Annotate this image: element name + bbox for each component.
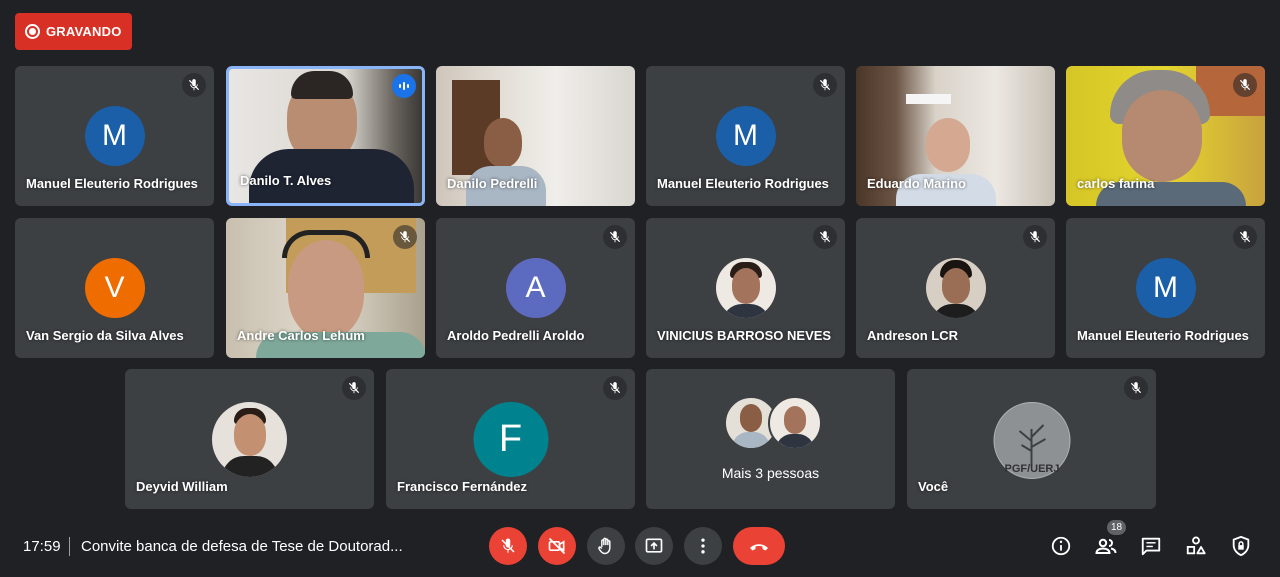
activities-button[interactable] [1184, 534, 1208, 558]
participant-name: Andre Carlos Lehum [237, 328, 365, 343]
participant-tile[interactable]: M Manuel Eleuterio Rodrigues [646, 66, 845, 206]
participant-tile[interactable]: Andre Carlos Lehum [226, 218, 425, 358]
more-options-button[interactable] [684, 527, 722, 565]
mic-off-icon [813, 73, 837, 97]
participant-tile-speaking[interactable]: Danilo T. Alves [226, 66, 425, 206]
more-participants-tile[interactable]: Mais 3 pessoas [646, 369, 895, 509]
tree-logo-icon [1018, 423, 1046, 466]
participant-name: Aroldo Pedrelli Aroldo [447, 328, 585, 343]
people-button[interactable] [1094, 534, 1118, 558]
speaking-indicator-icon [392, 74, 416, 98]
mic-off-icon [1233, 73, 1257, 97]
more-options-icon [701, 538, 705, 554]
mic-off-icon [393, 225, 417, 249]
hang-up-button[interactable] [733, 527, 785, 565]
camera-toggle-button[interactable] [538, 527, 576, 565]
participant-name: Andreson LCR [867, 328, 958, 343]
participant-name: VINICIUS BARROSO NEVES [657, 328, 832, 343]
participant-name: Manuel Eleuterio Rodrigues [657, 176, 829, 191]
participant-tile[interactable]: VINICIUS BARROSO NEVES [646, 218, 845, 358]
camera-off-icon [548, 537, 566, 555]
avatar: F [473, 402, 548, 477]
info-icon [1051, 536, 1071, 556]
mic-off-icon [603, 376, 627, 400]
chat-button[interactable] [1139, 534, 1163, 558]
people-icon [1095, 538, 1117, 554]
participant-tile[interactable]: Deyvid William [125, 369, 374, 509]
participant-name: Manuel Eleuterio Rodrigues [26, 176, 198, 191]
participant-name: Você [918, 479, 949, 494]
participant-name: Danilo T. Alves [240, 173, 332, 188]
mic-toggle-button[interactable] [489, 527, 527, 565]
present-screen-button[interactable] [635, 527, 673, 565]
bottom-bar: 17:59 Convite banca de defesa de Tese de… [0, 520, 1280, 577]
avatar: M [1135, 258, 1196, 318]
participant-tile[interactable]: M Manuel Eleuterio Rodrigues [15, 66, 214, 206]
avatar [716, 258, 776, 318]
mic-off-icon [499, 537, 517, 555]
mic-off-icon [182, 73, 206, 97]
participant-name: Manuel Eleuterio Rodrigues [1077, 328, 1249, 343]
recording-label: GRAVANDO [46, 24, 122, 39]
participant-tile[interactable]: carlos farina [1066, 66, 1265, 206]
avatar: A [505, 258, 566, 318]
meeting-details-button[interactable] [1049, 534, 1073, 558]
more-participants-label: Mais 3 pessoas [721, 465, 820, 481]
avatar [212, 402, 287, 477]
record-icon [25, 24, 40, 39]
raise-hand-button[interactable] [587, 527, 625, 565]
mic-off-icon [1023, 225, 1047, 249]
avatar: M [84, 106, 145, 166]
activities-icon [1186, 536, 1206, 555]
avatar: M [715, 106, 776, 166]
participant-tile[interactable]: A Aroldo Pedrelli Aroldo [436, 218, 635, 358]
participant-tile[interactable]: F Francisco Fernández [386, 369, 635, 509]
participant-name: Van Sergio da Silva Alves [26, 328, 184, 343]
participant-tile[interactable]: V Van Sergio da Silva Alves [15, 218, 214, 358]
participant-name: Danilo Pedrelli [447, 176, 538, 191]
hang-up-icon [750, 544, 768, 551]
avatar [926, 258, 986, 318]
recording-indicator: GRAVANDO [15, 13, 132, 50]
participant-name: Deyvid William [136, 479, 228, 494]
participant-name: Francisco Fernández [397, 479, 528, 494]
mic-off-icon [342, 376, 366, 400]
self-tile[interactable]: PGF/UERJ Você [907, 369, 1156, 509]
mic-off-icon [813, 225, 837, 249]
participant-tile[interactable]: M Manuel Eleuterio Rodrigues [1066, 218, 1265, 358]
present-screen-icon [645, 538, 663, 553]
host-controls-icon [1232, 535, 1250, 557]
mic-off-icon [1124, 376, 1148, 400]
watermark-text: PGF/UERJ [1004, 463, 1060, 475]
host-controls-button[interactable] [1229, 534, 1253, 558]
mic-off-icon [603, 225, 627, 249]
participant-tile[interactable]: Eduardo Marino [856, 66, 1055, 206]
avatar [768, 396, 822, 450]
clock: 17:59 [23, 538, 61, 555]
chat-icon [1141, 537, 1161, 556]
participant-name: carlos farina [1077, 176, 1155, 191]
participant-count-badge: 18 [1107, 520, 1126, 535]
participant-tile[interactable]: Danilo Pedrelli [436, 66, 635, 206]
avatar: V [84, 258, 145, 318]
meeting-title: Convite banca de defesa de Tese de Douto… [81, 538, 403, 555]
participant-name: Eduardo Marino [867, 176, 966, 191]
raise-hand-icon [598, 537, 611, 555]
mic-off-icon [1233, 225, 1257, 249]
divider [69, 537, 70, 556]
participant-tile[interactable]: Andreson LCR [856, 218, 1055, 358]
